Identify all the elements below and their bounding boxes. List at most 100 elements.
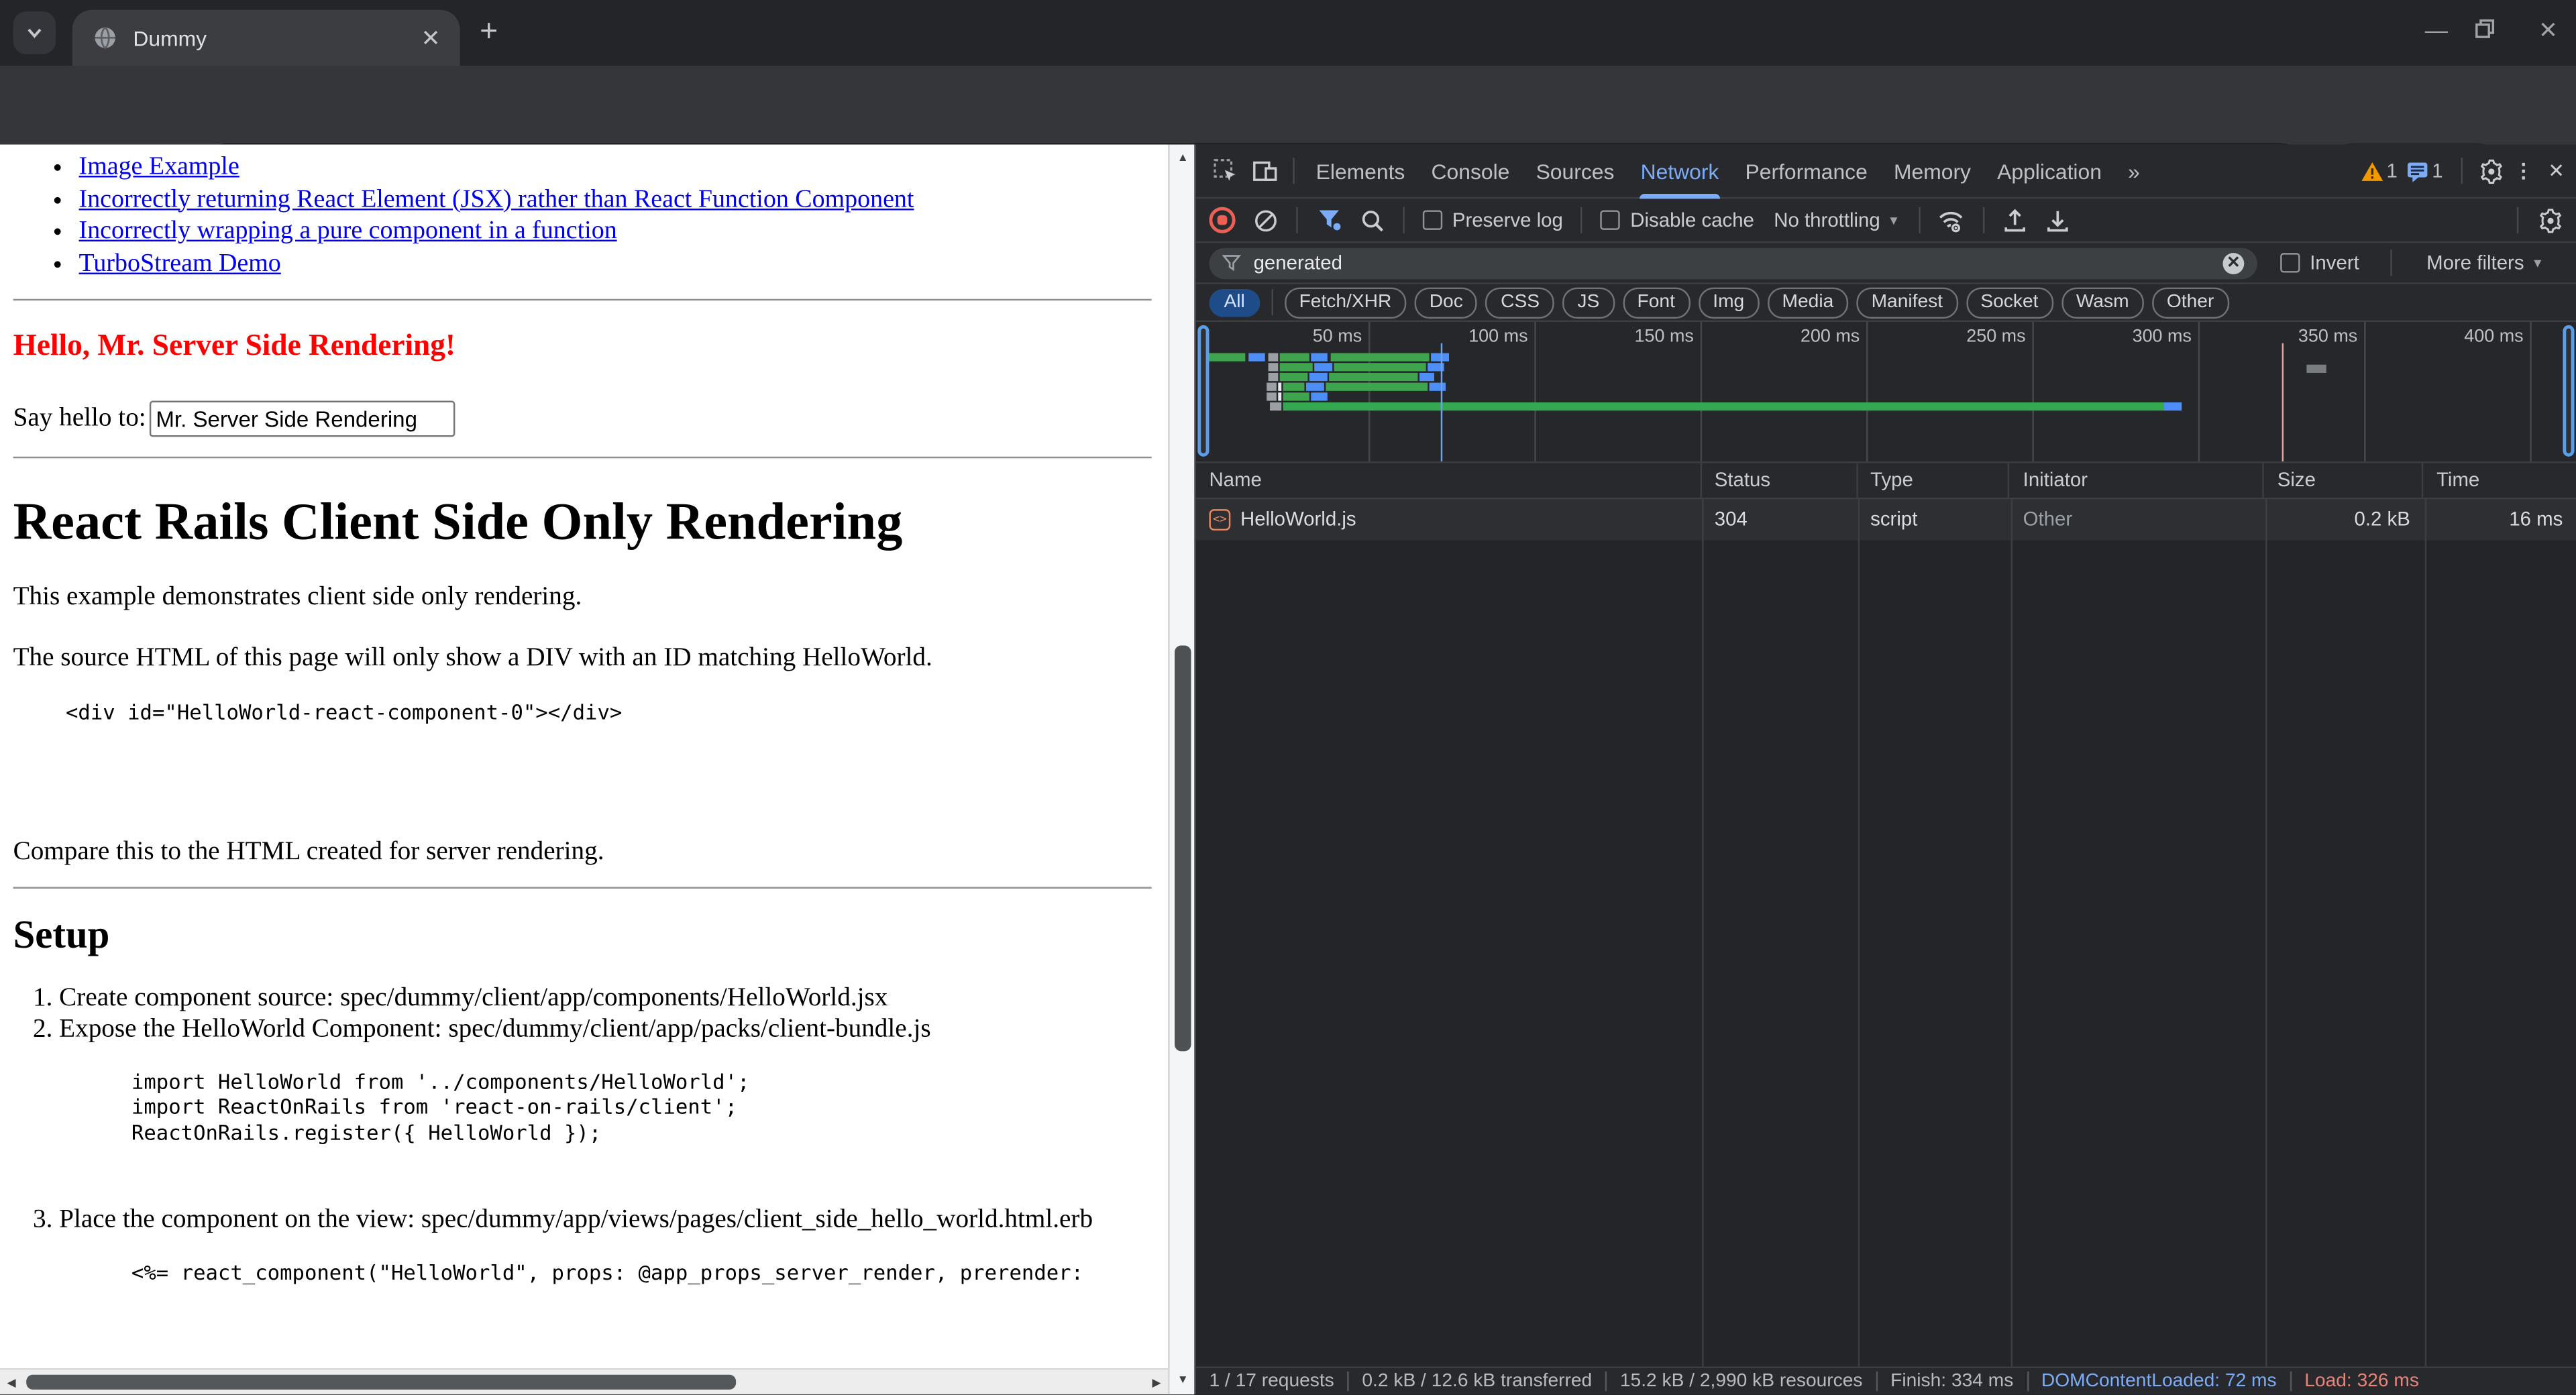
link-pure-component[interactable]: Incorrectly wrapping a pure component in… bbox=[79, 217, 617, 245]
vertical-scroll-thumb[interactable] bbox=[1175, 645, 1191, 1051]
code-snippet-bundle: import HelloWorld from '../components/He… bbox=[131, 1068, 1152, 1145]
tab-search-button[interactable] bbox=[13, 11, 56, 54]
link-image-example[interactable]: Image Example bbox=[79, 153, 239, 181]
network-conditions-button[interactable] bbox=[1932, 201, 1972, 240]
column-header-initiator[interactable]: Initiator bbox=[2010, 463, 2264, 498]
invert-filter-checkbox[interactable]: Invert bbox=[2273, 252, 2365, 274]
script-file-icon: <> bbox=[1209, 509, 1230, 531]
clear-network-log-button[interactable] bbox=[1245, 201, 1285, 240]
tab-title: Dummy bbox=[133, 25, 421, 50]
divider bbox=[13, 457, 1152, 458]
link-turbostream[interactable]: TurboStream Demo bbox=[79, 249, 281, 277]
window-restore-button[interactable] bbox=[2474, 18, 2510, 40]
device-toolbar-button[interactable] bbox=[1245, 151, 1285, 190]
window-close-button[interactable]: ✕ bbox=[2530, 16, 2566, 44]
tab-elements[interactable]: Elements bbox=[1303, 144, 1418, 198]
resources-size: 15.2 kB / 2,990 kB resources bbox=[1620, 1372, 1863, 1391]
network-summary-bar: 1 / 17 requests 0.2 kB / 12.6 kB transfe… bbox=[1196, 1367, 2576, 1395]
column-header-size[interactable]: Size bbox=[2264, 463, 2423, 498]
scroll-left-icon[interactable]: ◀ bbox=[0, 1376, 25, 1390]
requests-table-body: <> HelloWorld.js 304 script Other 0.2 kB… bbox=[1196, 499, 2576, 1371]
scroll-right-icon[interactable]: ▶ bbox=[1143, 1376, 1169, 1390]
checkbox-icon[interactable] bbox=[1423, 210, 1442, 229]
filter-input-value: generated bbox=[1254, 252, 2212, 274]
tab-network[interactable]: Network bbox=[1627, 144, 1732, 198]
export-har-button[interactable] bbox=[2039, 201, 2078, 240]
inspect-element-button[interactable] bbox=[1206, 151, 1246, 190]
checkbox-icon[interactable] bbox=[2280, 253, 2300, 272]
transferred-size: 0.2 kB / 12.6 kB transferred bbox=[1362, 1372, 1592, 1391]
chip-media[interactable]: Media bbox=[1767, 286, 1848, 318]
import-har-button[interactable] bbox=[1996, 201, 2035, 240]
request-size: 0.2 kB bbox=[2264, 499, 2423, 540]
tab-application[interactable]: Application bbox=[1984, 144, 2115, 198]
chip-wasm[interactable]: Wasm bbox=[2061, 286, 2144, 318]
tab-sources[interactable]: Sources bbox=[1523, 144, 1627, 198]
new-tab-button[interactable]: + bbox=[480, 15, 498, 51]
chip-js[interactable]: JS bbox=[1562, 286, 1614, 318]
devtools-panel: Elements Console Sources Network Perform… bbox=[1194, 145, 2576, 1395]
page-title: React Rails Client Side Only Rendering bbox=[13, 491, 1152, 552]
tab-console[interactable]: Console bbox=[1418, 144, 1523, 198]
more-filters-dropdown[interactable]: More filters ▾ bbox=[2416, 252, 2551, 274]
throttling-dropdown[interactable]: No throttling ▾ bbox=[1764, 209, 1908, 231]
filter-input[interactable]: generated ✕ bbox=[1209, 247, 2257, 279]
hello-heading: Hello, Mr. Server Side Rendering! bbox=[13, 330, 1152, 364]
chip-doc[interactable]: Doc bbox=[1415, 286, 1478, 318]
chip-css[interactable]: CSS bbox=[1486, 286, 1554, 318]
link-jsx-element[interactable]: Incorrectly returning React Element (JSX… bbox=[79, 185, 914, 213]
browser-tab[interactable]: Dummy ✕ bbox=[72, 10, 460, 66]
network-settings-gear-icon[interactable] bbox=[2530, 201, 2569, 240]
search-network-button[interactable] bbox=[1352, 201, 1392, 240]
list-item: Image Example bbox=[79, 151, 1152, 183]
request-type: script bbox=[1858, 499, 2010, 540]
warning-icon[interactable] bbox=[2360, 160, 2383, 182]
record-network-log-button[interactable] bbox=[1203, 201, 1242, 240]
devtools-close-button[interactable]: ✕ bbox=[2536, 151, 2576, 190]
setup-step-2: Expose the HelloWorld Component: spec/du… bbox=[59, 1013, 1152, 1145]
more-tabs-button[interactable]: » bbox=[2115, 144, 2153, 198]
tab-strip: Dummy ✕ + — ✕ bbox=[0, 0, 2576, 66]
page-vertical-scrollbar[interactable]: ▲ ▼ bbox=[1168, 145, 1194, 1395]
chip-img[interactable]: Img bbox=[1698, 286, 1759, 318]
column-header-type[interactable]: Type bbox=[1858, 463, 2010, 498]
overview-right-handle[interactable] bbox=[2563, 325, 2574, 457]
clear-filter-icon[interactable]: ✕ bbox=[2222, 252, 2244, 274]
browser-toolbar: ← → ↻ localhost:3000/client_side_hello_w… bbox=[0, 66, 2576, 145]
scroll-up-icon[interactable]: ▲ bbox=[1170, 153, 1196, 164]
chip-fetch-xhr[interactable]: Fetch/XHR bbox=[1285, 286, 1407, 318]
devtools-settings-gear-icon[interactable] bbox=[2471, 151, 2510, 190]
page-horizontal-scrollbar[interactable]: ◀ ▶ bbox=[0, 1368, 1168, 1394]
column-header-time[interactable]: Time bbox=[2423, 463, 2575, 498]
network-filter-row: generated ✕ Invert More filters ▾ bbox=[1196, 243, 2576, 284]
window-minimize-button[interactable]: — bbox=[2418, 16, 2455, 42]
chip-manifest[interactable]: Manifest bbox=[1857, 286, 1958, 318]
disable-cache-checkbox[interactable]: Disable cache bbox=[1594, 209, 1760, 231]
load-event-line bbox=[2282, 343, 2284, 461]
checkbox-icon[interactable] bbox=[1601, 210, 1620, 229]
tab-memory[interactable]: Memory bbox=[1880, 144, 1984, 198]
table-row[interactable]: <> HelloWorld.js 304 script Other 0.2 kB… bbox=[1196, 499, 2576, 540]
preserve-log-checkbox[interactable]: Preserve log bbox=[1416, 209, 1570, 231]
browser-window: Dummy ✕ + — ✕ ← → ↻ localhost:3000/clien… bbox=[0, 0, 2576, 1394]
chip-other[interactable]: Other bbox=[2152, 286, 2229, 318]
column-header-status[interactable]: Status bbox=[1701, 463, 1857, 498]
filter-toggle-button[interactable] bbox=[1309, 201, 1349, 240]
network-toolbar: Preserve log Disable cache No throttling… bbox=[1196, 199, 2576, 243]
network-overview-timeline[interactable]: 50 ms 100 ms 150 ms 200 ms 250 ms 300 ms… bbox=[1196, 322, 2576, 463]
chip-all[interactable]: All bbox=[1209, 288, 1259, 317]
column-header-name[interactable]: Name bbox=[1196, 463, 1701, 498]
chip-socket[interactable]: Socket bbox=[1966, 286, 2053, 318]
tab-close-icon[interactable]: ✕ bbox=[421, 24, 441, 52]
request-name: HelloWorld.js bbox=[1240, 499, 1356, 540]
setup-step-3: Place the component on the view: spec/du… bbox=[59, 1204, 1152, 1284]
horizontal-scroll-thumb[interactable] bbox=[26, 1375, 736, 1390]
chip-font[interactable]: Font bbox=[1623, 286, 1690, 318]
tab-performance[interactable]: Performance bbox=[1732, 144, 1880, 198]
say-hello-label: Say hello to: bbox=[13, 404, 146, 433]
scroll-down-icon[interactable]: ▼ bbox=[1170, 1375, 1196, 1386]
overview-left-handle[interactable] bbox=[1197, 325, 1209, 457]
console-message-icon[interactable] bbox=[2408, 160, 2429, 182]
name-input[interactable] bbox=[150, 401, 455, 437]
devtools-menu-button[interactable]: ⋮ bbox=[2510, 151, 2536, 190]
